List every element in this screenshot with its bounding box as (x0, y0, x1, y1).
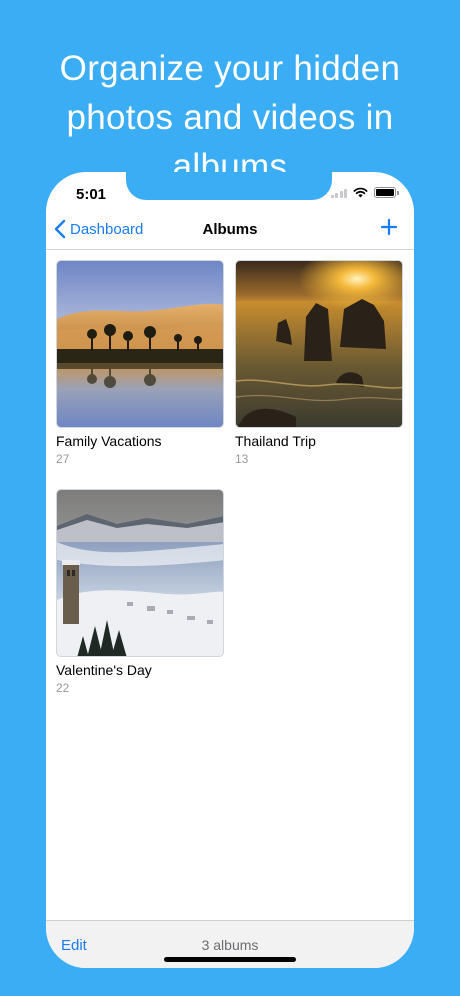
sea-stacks-sunset-photo (236, 261, 402, 427)
album-count: 13 (235, 452, 249, 466)
desert-oasis-photo (57, 261, 223, 427)
album-name: Family Vacations (56, 433, 162, 449)
status-icons (330, 187, 399, 198)
device-notch (126, 172, 332, 200)
album-valentines-day[interactable]: Valentine's Day 22 (56, 489, 224, 695)
battery-icon (374, 187, 399, 198)
navigation-bar: Dashboard Albums (46, 212, 414, 250)
cellular-signal-icon (330, 188, 347, 198)
album-thumbnail[interactable] (56, 260, 224, 428)
wifi-icon (353, 187, 368, 198)
page-title: Albums (202, 221, 258, 238)
album-thailand-trip[interactable]: Thailand Trip 13 (235, 260, 403, 466)
headline-line-2: photos and videos in (66, 98, 394, 137)
album-thumbnail[interactable] (56, 489, 224, 657)
album-count-summary: 3 albums (201, 937, 259, 953)
snowy-lake-village-photo (57, 490, 223, 656)
plus-icon (380, 218, 398, 236)
album-name: Thailand Trip (235, 433, 316, 449)
album-count: 22 (56, 681, 70, 695)
album-thumbnail[interactable] (235, 260, 403, 428)
status-time: 5:01 (76, 186, 107, 203)
add-album-button[interactable] (378, 216, 400, 243)
album-count: 27 (56, 452, 70, 466)
phone-screen: 5:01 Dashboard Albums Family Vacations 2… (46, 172, 414, 968)
album-name: Valentine's Day (56, 662, 152, 678)
album-family-vacations[interactable]: Family Vacations 27 (56, 260, 224, 466)
headline-line-1: Organize your hidden (59, 49, 401, 88)
promo-headline: Organize your hidden photos and videos i… (0, 44, 460, 191)
home-indicator (164, 957, 296, 962)
